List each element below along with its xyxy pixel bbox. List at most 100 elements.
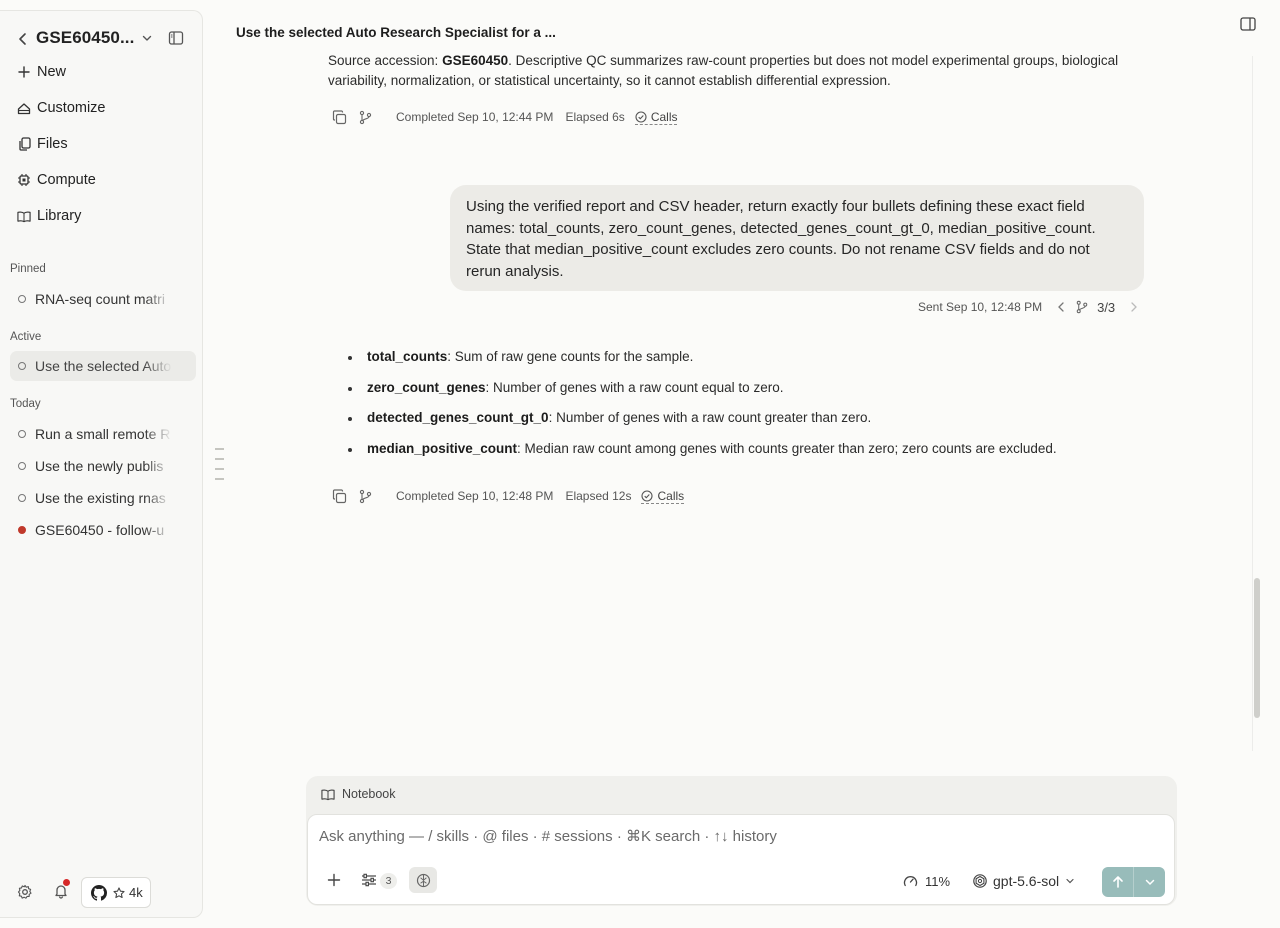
check-circle-icon xyxy=(635,110,647,123)
list-item: median_positive_count: Median raw count … xyxy=(348,441,1057,472)
star-icon xyxy=(113,886,125,899)
session-item[interactable]: Use the newly publis xyxy=(10,451,196,481)
accession-id: GSE60450 xyxy=(442,53,509,68)
session-label: Use the existing rnas xyxy=(35,490,166,506)
calls-link[interactable]: Calls xyxy=(641,488,685,504)
chevron-down-icon[interactable] xyxy=(141,32,153,44)
nav-files[interactable]: Files xyxy=(10,130,195,158)
sidebar-toggle-icon[interactable] xyxy=(168,30,184,46)
outline-mark[interactable] xyxy=(215,458,224,460)
context-usage[interactable]: 11% xyxy=(903,872,950,890)
user-message-meta: Sent Sep 10, 12:48 PM 3/3 xyxy=(918,298,1139,316)
session-item[interactable]: RNA-seq count matri xyxy=(10,284,196,314)
book-icon xyxy=(17,209,31,223)
section-active: Active xyxy=(10,331,42,343)
check-circle-icon xyxy=(641,489,654,502)
calls-label: Calls xyxy=(657,488,685,503)
chevron-right-icon[interactable] xyxy=(1129,301,1139,313)
session-label: Use the selected Auto xyxy=(35,358,172,374)
context-percent: 11% xyxy=(925,873,951,889)
nav-new[interactable]: New xyxy=(10,58,195,86)
status-dot xyxy=(18,295,26,303)
notebook-tab[interactable]: Notebook xyxy=(321,786,396,802)
back-icon[interactable] xyxy=(16,31,30,47)
session-label: GSE60450 - follow-u xyxy=(35,522,165,538)
field-desc: : Sum of raw gene counts for the sample. xyxy=(447,349,694,364)
session-item[interactable]: Run a small remote R xyxy=(10,419,196,449)
previous-assistant-message: Source accession: GSE60450. Descriptive … xyxy=(328,51,1148,91)
customize-icon xyxy=(17,101,31,115)
session-item[interactable]: Use the existing rnas xyxy=(10,483,196,513)
scrollbar-track[interactable] xyxy=(1252,56,1253,751)
status-dot xyxy=(18,494,26,502)
user-message-bubble: Using the verified report and CSV header… xyxy=(450,185,1144,291)
nav-compute[interactable]: Compute xyxy=(10,166,195,194)
reasoning-toggle[interactable] xyxy=(409,867,437,893)
right-panel-toggle-icon[interactable] xyxy=(1240,17,1256,31)
outline-mark[interactable] xyxy=(215,478,224,480)
chevron-down-icon xyxy=(1065,876,1075,886)
session-item-active[interactable]: Use the selected Auto xyxy=(10,351,196,381)
session-label: Run a small remote R xyxy=(35,426,171,442)
prev-prefix: Source accession: xyxy=(328,53,443,68)
branch-icon[interactable] xyxy=(358,489,373,504)
gauge-icon xyxy=(903,874,918,889)
notebook-tab-label: Notebook xyxy=(342,787,396,801)
elapsed-time: Elapsed 12s xyxy=(565,489,632,503)
branch-icon[interactable] xyxy=(358,110,373,125)
branch-counter: 3/3 xyxy=(1097,299,1116,315)
status-dot xyxy=(18,362,26,370)
cpu-icon xyxy=(17,173,31,187)
section-today: Today xyxy=(10,398,41,410)
calls-label: Calls xyxy=(650,109,678,124)
outline-mark[interactable] xyxy=(215,448,224,450)
message-meta-row: Completed Sep 10, 12:44 PM Elapsed 6s Ca… xyxy=(332,108,678,126)
nav-library-label: Library xyxy=(37,208,82,224)
scrollbar-thumb[interactable] xyxy=(1254,578,1260,718)
field-desc: : Number of genes with a raw count great… xyxy=(548,410,872,426)
nav-customize-label: Customize xyxy=(37,100,106,116)
model-selector[interactable]: gpt-5.6-sol xyxy=(972,872,1075,890)
chevron-down-icon xyxy=(1145,879,1154,886)
session-label: Use the newly publis xyxy=(35,458,164,474)
branch-icon[interactable] xyxy=(1075,300,1089,314)
calls-link[interactable]: Calls xyxy=(634,109,678,125)
attach-plus-icon[interactable] xyxy=(327,873,341,887)
error-status-dot xyxy=(18,526,26,534)
list-item: total_counts: Sum of raw gene counts for… xyxy=(348,349,1057,380)
send-button-group xyxy=(1102,867,1165,897)
arrow-up-icon xyxy=(1112,876,1123,888)
chevron-left-icon[interactable] xyxy=(1056,301,1066,313)
message-outline-nav[interactable] xyxy=(215,448,225,488)
nav-library[interactable]: Library xyxy=(10,202,195,230)
brain-icon xyxy=(416,873,431,888)
chat-input[interactable] xyxy=(319,828,1139,845)
project-title[interactable]: GSE60450... xyxy=(36,28,134,48)
completed-time: Completed Sep 10, 12:48 PM xyxy=(396,489,554,503)
field-name: median_positive_count xyxy=(367,441,518,457)
gear-icon[interactable] xyxy=(17,884,33,900)
message-meta-row: Completed Sep 10, 12:48 PM Elapsed 12s C… xyxy=(332,487,685,505)
assistant-bullet-list: total_counts: Sum of raw gene counts for… xyxy=(348,349,1057,472)
field-desc: : Number of genes with a raw count equal… xyxy=(485,379,784,395)
section-pinned: Pinned xyxy=(10,263,46,275)
github-icon xyxy=(91,884,107,901)
field-name: zero_count_genes xyxy=(367,379,486,395)
notification-dot xyxy=(63,879,70,886)
nav-customize[interactable]: Customize xyxy=(10,94,195,122)
list-item: zero_count_genes: Number of genes with a… xyxy=(348,380,1057,411)
field-name: total_counts xyxy=(367,349,448,364)
model-name: gpt-5.6-sol xyxy=(993,873,1060,889)
github-stars-button[interactable]: 4k xyxy=(81,877,151,908)
outline-mark[interactable] xyxy=(215,468,224,470)
send-button[interactable] xyxy=(1102,867,1134,897)
tools-sliders-icon[interactable] xyxy=(361,873,377,887)
sidebar: GSE60450... New Customize Files Compute … xyxy=(0,10,203,918)
completed-time: Completed Sep 10, 12:44 PM xyxy=(396,110,554,124)
send-options-button[interactable] xyxy=(1134,867,1165,897)
plus-icon xyxy=(17,65,31,79)
session-item[interactable]: GSE60450 - follow-u xyxy=(10,515,196,545)
copy-icon[interactable] xyxy=(332,109,347,125)
sidebar-footer: 4k xyxy=(0,869,203,917)
copy-icon[interactable] xyxy=(332,488,347,504)
